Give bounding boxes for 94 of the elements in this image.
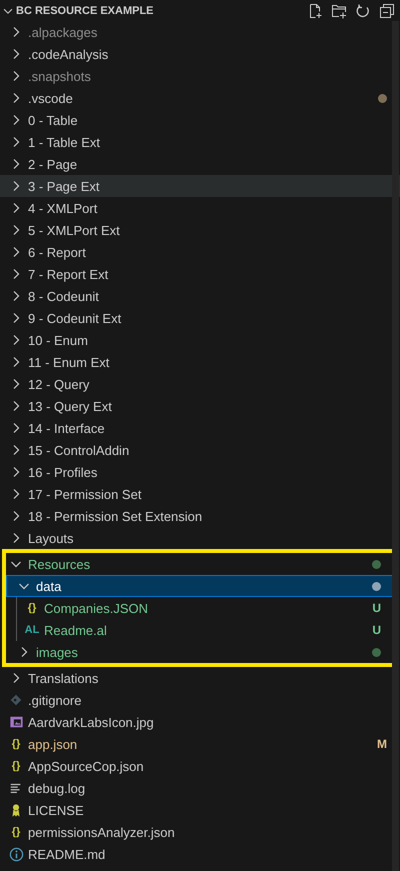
section-title: BC RESOURCE EXAMPLE xyxy=(16,4,154,16)
lines-icon xyxy=(9,781,23,795)
tree-item[interactable]: 14 - Interface xyxy=(0,417,400,439)
item-name: 10 - Enum xyxy=(28,332,88,348)
item-name: 13 - Query Ext xyxy=(28,398,112,414)
item-name: Readme.al xyxy=(44,622,107,638)
tree-item[interactable]: .vscode xyxy=(0,87,400,109)
tree-item[interactable]: 17 - Permission Set xyxy=(0,483,400,505)
tree-item[interactable]: 2 - Page xyxy=(0,153,400,175)
item-name: images xyxy=(36,644,78,660)
item-name: 5 - XMLPort Ext xyxy=(28,222,120,238)
item-name: 12 - Query xyxy=(28,376,90,392)
item-name: .snapshots xyxy=(28,68,91,84)
tree-item[interactable]: {} permissionsAnalyzer.json xyxy=(0,821,400,843)
scrollbar[interactable] xyxy=(392,21,399,871)
item-name: 11 - Enum Ext xyxy=(28,354,110,370)
new-file-icon[interactable] xyxy=(307,2,323,18)
tree-item[interactable]: Translations xyxy=(0,667,400,689)
tree-item[interactable]: .alpackages xyxy=(0,21,400,43)
tree-item[interactable]: Layouts xyxy=(0,527,400,549)
tree-item[interactable]: 12 - Query xyxy=(0,373,400,395)
item-name: 6 - Report xyxy=(28,244,86,260)
tree-item[interactable]: .gitignore xyxy=(0,689,400,711)
item-name: 3 - Page Ext xyxy=(28,178,100,194)
item-name: app.json xyxy=(28,736,78,752)
tree-item[interactable]: images xyxy=(6,641,394,663)
item-name: README.md xyxy=(28,846,106,862)
al-file-icon: AL xyxy=(24,624,40,636)
item-name: 16 - Profiles xyxy=(28,464,98,480)
item-name: .vscode xyxy=(28,90,73,106)
collapse-all-icon[interactable] xyxy=(379,2,395,18)
item-name: Layouts xyxy=(28,530,74,546)
tree-item[interactable]: .codeAnalysis xyxy=(0,43,400,65)
item-name: AppSourceCop.json xyxy=(28,758,144,774)
tree-item[interactable]: 4 - XMLPort xyxy=(0,197,400,219)
info-icon xyxy=(8,846,24,862)
item-name: data xyxy=(36,578,62,594)
tree-item[interactable]: 15 - ControlAddin xyxy=(0,439,400,461)
item-name: permissionsAnalyzer.json xyxy=(28,824,175,840)
tree-item[interactable]: 3 - Page Ext xyxy=(0,175,400,197)
item-name: 8 - Codeunit xyxy=(28,288,99,304)
item-name: .codeAnalysis xyxy=(28,46,108,62)
git-status-letter: M xyxy=(377,737,387,751)
tree-item[interactable]: 5 - XMLPort Ext xyxy=(0,219,400,241)
tree-item[interactable]: 1 - Table Ext xyxy=(0,131,400,153)
tree-item[interactable]: data xyxy=(6,575,394,597)
tree-item[interactable]: 11 - Enum Ext xyxy=(0,351,400,373)
braces-icon: {} xyxy=(12,760,20,772)
tree-item[interactable]: AL Readme.al U xyxy=(6,619,394,641)
item-name: 14 - Interface xyxy=(28,420,105,436)
item-name: 15 - ControlAddin xyxy=(28,442,130,458)
tree-item[interactable]: LICENSE xyxy=(0,799,400,821)
diamond-icon xyxy=(9,693,23,707)
tree-item[interactable]: 7 - Report Ext xyxy=(0,263,400,285)
item-name: 9 - Codeunit Ext xyxy=(28,310,122,326)
image-icon xyxy=(8,715,24,729)
tree-item[interactable]: Resources xyxy=(6,553,394,575)
tree-item[interactable]: 0 - Table xyxy=(0,109,400,131)
tree-item[interactable]: .snapshots xyxy=(0,65,400,87)
tree-item[interactable]: {} app.json M xyxy=(0,733,400,755)
item-name: LICENSE xyxy=(28,802,84,818)
braces-icon: {} xyxy=(28,602,36,614)
braces-icon: {} xyxy=(12,738,20,750)
tree-item[interactable]: 10 - Enum xyxy=(0,329,400,351)
item-name: 17 - Permission Set xyxy=(28,486,142,502)
braces-icon: {} xyxy=(12,826,20,838)
item-name: 7 - Report Ext xyxy=(28,266,108,282)
tree-item[interactable]: 9 - Codeunit Ext xyxy=(0,307,400,329)
refresh-icon[interactable] xyxy=(355,2,371,18)
item-name: AardvarkLabsIcon.jpg xyxy=(28,714,154,730)
item-name: 2 - Page xyxy=(28,156,78,172)
item-name: 0 - Table xyxy=(28,112,78,128)
tree-item[interactable]: 13 - Query Ext xyxy=(0,395,400,417)
tree-item[interactable]: 6 - Report xyxy=(0,241,400,263)
tree-item[interactable]: {} Companies.JSON U xyxy=(6,597,394,619)
tree-item[interactable]: AardvarkLabsIcon.jpg xyxy=(0,711,400,733)
item-name: .gitignore xyxy=(28,692,82,708)
item-name: 4 - XMLPort xyxy=(28,200,98,216)
item-name: 1 - Table Ext xyxy=(28,134,100,150)
tree-item[interactable]: README.md xyxy=(0,843,400,865)
tree-item[interactable]: 8 - Codeunit xyxy=(0,285,400,307)
item-name: Resources xyxy=(28,556,90,572)
tree-item[interactable]: {} AppSourceCop.json xyxy=(0,755,400,777)
tree-item[interactable]: debug.log xyxy=(0,777,400,799)
tree-item[interactable]: 18 - Permission Set Extension xyxy=(0,505,400,527)
item-name: debug.log xyxy=(28,780,86,796)
git-status-letter: U xyxy=(372,601,381,615)
item-name: Companies.JSON xyxy=(44,600,148,616)
git-status-letter: U xyxy=(372,623,381,637)
item-name: Translations xyxy=(28,670,98,686)
item-name: 18 - Permission Set Extension xyxy=(28,508,202,524)
tree-item[interactable]: 16 - Profiles xyxy=(0,461,400,483)
new-folder-icon[interactable] xyxy=(331,2,347,18)
item-name: .alpackages xyxy=(28,24,98,40)
